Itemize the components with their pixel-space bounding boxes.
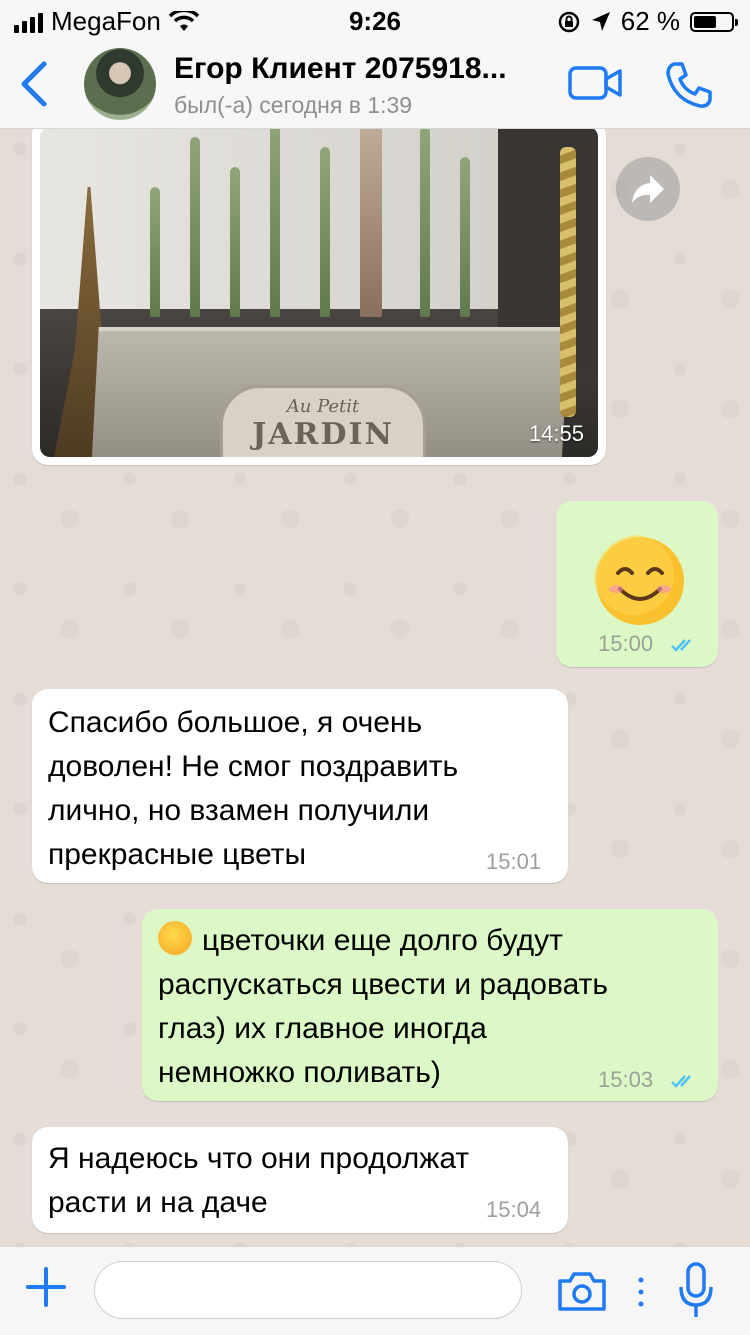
incoming-message[interactable]: Я надеюсь что они продолжат расти и на д… bbox=[32, 1127, 568, 1233]
message-time: 15:04 bbox=[486, 1197, 542, 1222]
smiling-face-emoji bbox=[158, 921, 192, 955]
photo-leaf bbox=[190, 137, 200, 317]
photo-box-plaque: Au Petit JARDIN bbox=[220, 385, 426, 457]
forward-icon[interactable] bbox=[616, 157, 680, 221]
outgoing-message[interactable]: цветочки еще долго будут распускаться цв… bbox=[142, 909, 718, 1101]
message-time: 15:03 bbox=[598, 1067, 654, 1092]
video-call-icon[interactable] bbox=[568, 66, 622, 100]
status-right: 62 % bbox=[557, 6, 738, 37]
message-line: распускаться цвести и радовать bbox=[158, 968, 608, 1001]
read-ticks-icon bbox=[671, 1075, 691, 1088]
message-time: 14:55 bbox=[528, 421, 584, 446]
photo-message[interactable]: Au Petit JARDIN 14:55 bbox=[32, 129, 606, 465]
battery-percent: 62 % bbox=[620, 6, 680, 36]
message-line-text: цветочки еще долго будут bbox=[202, 924, 563, 957]
photo-leaf bbox=[150, 187, 160, 317]
photo-leaf bbox=[270, 129, 280, 317]
photo-leaf bbox=[320, 147, 330, 317]
lock-rotation-icon bbox=[558, 11, 579, 32]
message-line: расти и на даче bbox=[48, 1186, 268, 1219]
avatar[interactable] bbox=[84, 48, 156, 120]
message-time: 15:00 bbox=[598, 631, 654, 656]
photo-leaf bbox=[230, 167, 240, 317]
location-icon bbox=[591, 11, 610, 31]
plus-icon[interactable] bbox=[26, 1267, 66, 1307]
photo-hyacinth bbox=[360, 129, 382, 317]
status-bar: MegaFon 9:26 62 % bbox=[0, 0, 750, 40]
read-ticks-icon bbox=[671, 639, 691, 652]
photo-leaf bbox=[460, 157, 470, 317]
message-line: цветочки еще долго будут bbox=[158, 919, 702, 963]
input-bar bbox=[0, 1246, 750, 1335]
back-chevron-icon[interactable] bbox=[14, 60, 54, 108]
incoming-message[interactable]: Спасибо большое, я очень доволен! Не смо… bbox=[32, 689, 568, 883]
battery-fill bbox=[694, 15, 717, 28]
message-line: Я надеюсь что они продолжат bbox=[48, 1142, 470, 1175]
chat-header: Егор Клиент 2075918... был(-а) сегодня в… bbox=[0, 40, 750, 129]
message-line: лично, но взамен получили bbox=[48, 794, 430, 827]
message-line: доволен! Не смог поздравить bbox=[48, 750, 459, 783]
contact-status: был(-а) сегодня в 1:39 bbox=[174, 92, 413, 118]
sticker-icon[interactable] bbox=[636, 1275, 646, 1309]
message-line: глаз) их главное иногда bbox=[158, 1012, 487, 1045]
smiling-face-emoji bbox=[594, 535, 684, 625]
battery-icon bbox=[690, 11, 738, 32]
microphone-icon[interactable] bbox=[676, 1261, 716, 1321]
plaque-text-small: Au Petit bbox=[286, 396, 360, 417]
message-line: Спасибо большое, я очень bbox=[48, 706, 423, 739]
message-line: прекрасные цветы bbox=[48, 838, 307, 871]
flower-photo[interactable]: Au Petit JARDIN 14:55 bbox=[40, 129, 598, 457]
emoji-message[interactable]: 15:00 bbox=[556, 501, 718, 667]
plaque-text-large: JARDIN bbox=[252, 417, 394, 452]
photo-leaf bbox=[420, 129, 430, 317]
phone-icon[interactable] bbox=[664, 60, 714, 110]
camera-icon[interactable] bbox=[556, 1269, 608, 1313]
photo-candle bbox=[560, 147, 576, 417]
message-input[interactable] bbox=[94, 1261, 522, 1319]
message-time: 15:01 bbox=[486, 849, 542, 874]
contact-name[interactable]: Егор Клиент 2075918... bbox=[174, 52, 507, 86]
chat-area[interactable]: Au Petit JARDIN 14:55 15:00 Спасибо боль… bbox=[0, 129, 750, 1246]
